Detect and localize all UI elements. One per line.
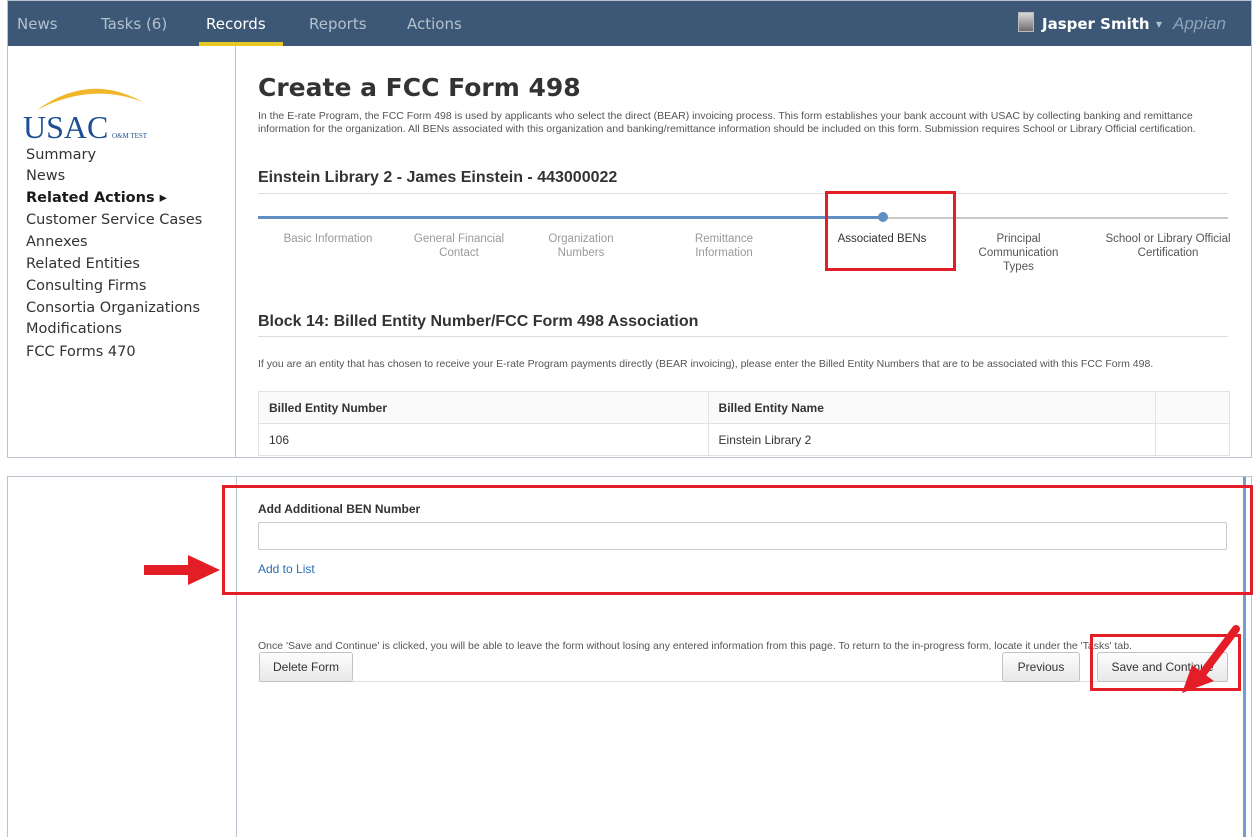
table-cell-ben: 106 <box>258 423 709 456</box>
sidebar-item-consortia-organizations[interactable]: Consortia Organizations <box>26 300 200 316</box>
callout-box-associated-bens <box>825 191 956 271</box>
sidebar-item-fcc-forms-470[interactable]: FCC Forms 470 <box>26 344 136 360</box>
user-menu[interactable]: Jasper Smith <box>1042 1 1150 47</box>
column-header-actions <box>1155 391 1230 424</box>
nav-tab-news[interactable]: News <box>17 1 58 46</box>
divider <box>258 681 1228 682</box>
step-general-financial-contact[interactable]: General Financial Contact <box>409 232 509 260</box>
top-screenshot-panel: News Tasks (6) Records Reports Actions J… <box>7 0 1252 458</box>
red-arrow-icon <box>144 555 220 585</box>
nav-tab-actions[interactable]: Actions <box>407 1 462 46</box>
block-14-description: If you are an entity that has chosen to … <box>258 358 1154 370</box>
table-cell-actions <box>1155 423 1230 456</box>
ben-table: Billed Entity Number Billed Entity Name … <box>258 391 1230 456</box>
previous-button[interactable]: Previous <box>1002 652 1080 682</box>
logo-text: USAC <box>23 109 108 145</box>
step-basic-information[interactable]: Basic Information <box>262 232 394 246</box>
sidebar-item-consulting-firms[interactable]: Consulting Firms <box>26 278 146 294</box>
sidebar-item-modifications[interactable]: Modifications <box>26 321 122 337</box>
progress-fill <box>258 216 882 219</box>
nav-tab-tasks[interactable]: Tasks (6) <box>101 1 167 46</box>
sidebar-item-customer-service-cases[interactable]: Customer Service Cases <box>26 212 202 228</box>
callout-box-add-ben <box>222 485 1253 595</box>
nav-tab-reports[interactable]: Reports <box>309 1 367 46</box>
column-header-ben: Billed Entity Number <box>258 391 709 424</box>
divider <box>258 336 1228 337</box>
logo-subtext: O&M TEST <box>112 132 148 140</box>
block-14-heading: Block 14: Billed Entity Number/FCC Form … <box>258 313 699 330</box>
table-row: 106 Einstein Library 2 <box>258 423 1230 456</box>
step-organization-numbers[interactable]: Organization Numbers <box>539 232 623 260</box>
step-principal-communication-types[interactable]: Principal Communication Types <box>971 232 1066 274</box>
sidebar-item-related-entities[interactable]: Related Entities <box>26 256 140 272</box>
column-header-entity-name: Billed Entity Name <box>707 391 1157 424</box>
table-header-row: Billed Entity Number Billed Entity Name <box>258 391 1230 424</box>
top-navigation-bar: News Tasks (6) Records Reports Actions J… <box>8 1 1251 46</box>
record-sidebar: USAC O&M TEST Summary News Related Actio… <box>8 46 236 457</box>
red-arrow-icon <box>1182 625 1240 693</box>
sidebar-item-annexes[interactable]: Annexes <box>26 234 88 250</box>
divider <box>258 193 1228 194</box>
save-continue-note: Once 'Save and Continue' is clicked, you… <box>258 640 1132 652</box>
nav-tab-records[interactable]: Records <box>206 1 266 46</box>
page-title: Create a FCC Form 498 <box>258 73 581 102</box>
sidebar-item-summary[interactable]: Summary <box>26 147 96 163</box>
delete-form-button[interactable]: Delete Form <box>259 652 353 682</box>
form-intro-text: In the E-rate Program, the FCC Form 498 … <box>258 110 1196 135</box>
step-school-library-official-certification[interactable]: School or Library Official Certification <box>1098 232 1238 260</box>
entity-heading: Einstein Library 2 - James Einstein - 44… <box>258 169 618 186</box>
step-remittance-information[interactable]: Remittance Information <box>684 232 764 260</box>
chevron-down-icon[interactable]: ▾ <box>1156 1 1162 47</box>
sidebar-item-news[interactable]: News <box>26 168 65 184</box>
form-content: Create a FCC Form 498 In the E-rate Prog… <box>236 46 1251 457</box>
table-cell-entity-name: Einstein Library 2 <box>707 423 1157 456</box>
usac-logo: USAC O&M TEST <box>23 88 148 145</box>
sidebar-item-related-actions[interactable]: Related Actions ▸ <box>26 190 167 206</box>
brand-logo: Appian <box>1173 14 1226 33</box>
user-avatar-icon[interactable] <box>1018 12 1034 32</box>
